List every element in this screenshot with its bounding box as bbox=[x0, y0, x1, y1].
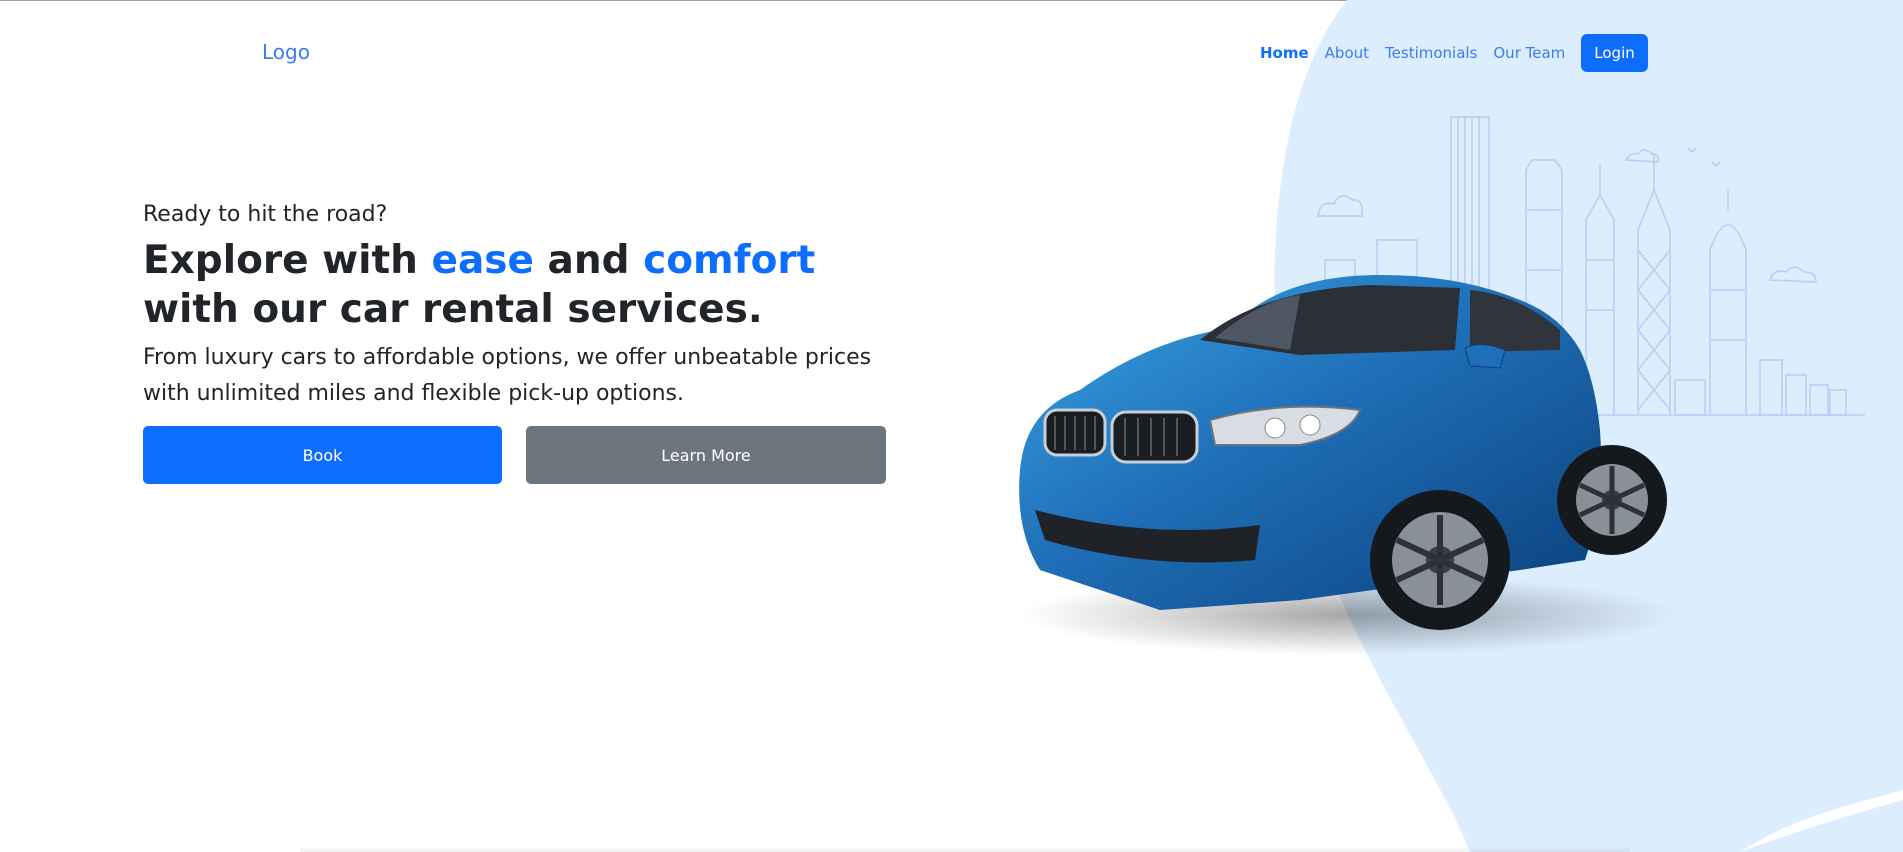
headline-text-2: and bbox=[533, 238, 644, 283]
hero-buttons: Book Learn More bbox=[143, 426, 893, 484]
section-divider bbox=[300, 846, 1630, 852]
nav-links: Home About Testimonials Our Team Login bbox=[1260, 34, 1648, 72]
navbar: Logo Home About Testimonials Our Team Lo… bbox=[0, 0, 1903, 100]
logo-link[interactable]: Logo bbox=[262, 40, 310, 64]
hero-subtitle: From luxury cars to affordable options, … bbox=[143, 345, 872, 406]
login-button[interactable]: Login bbox=[1581, 34, 1648, 72]
nav-link-home[interactable]: Home bbox=[1260, 44, 1309, 62]
learn-more-button[interactable]: Learn More bbox=[526, 426, 886, 484]
hero-section: Ready to hit the road? Explore with ease… bbox=[143, 198, 893, 484]
nav-link-about[interactable]: About bbox=[1325, 44, 1369, 62]
headline-text-3: with our car rental services. bbox=[143, 287, 763, 332]
headline-highlight-comfort: comfort bbox=[643, 238, 816, 283]
nav-link-testimonials[interactable]: Testimonials bbox=[1385, 44, 1477, 62]
car-image bbox=[1019, 275, 1680, 655]
nav-link-our-team[interactable]: Our Team bbox=[1493, 44, 1565, 62]
book-button[interactable]: Book bbox=[143, 426, 502, 484]
headline-text-1: Explore with bbox=[143, 238, 432, 283]
hero-kicker: Ready to hit the road? bbox=[143, 202, 388, 227]
hero-headline: Explore with ease and comfort with our c… bbox=[143, 236, 883, 334]
headline-highlight-ease: ease bbox=[431, 238, 534, 283]
